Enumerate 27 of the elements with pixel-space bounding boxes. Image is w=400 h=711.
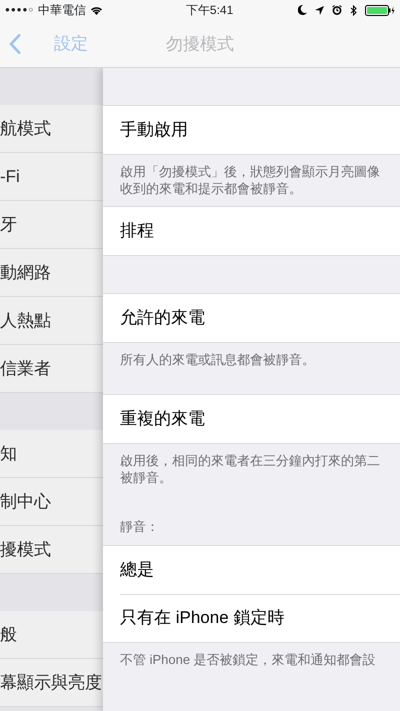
moon-icon <box>298 5 307 15</box>
settings-row[interactable]: 航模式 <box>0 105 103 153</box>
settings-row[interactable]: 制中心 <box>0 478 103 526</box>
battery-icon <box>365 4 395 16</box>
signal-strength: ●●●●○ <box>5 4 34 16</box>
settings-row[interactable]: 知 <box>0 430 103 478</box>
settings-row[interactable]: 動網路 <box>0 249 103 297</box>
settings-row[interactable]: 般 <box>0 611 103 659</box>
settings-row[interactable]: 擾模式 <box>0 526 103 574</box>
section-header: 靜音： <box>119 518 160 536</box>
settings-row[interactable]: 幕顯示與亮度 <box>0 659 103 707</box>
settings-row[interactable]: 人熱點 <box>0 297 103 345</box>
settings-row[interactable]: -Fi <box>0 153 103 201</box>
footer-note: 啟用後，相同的來電者在三分鐘內打來的第二被靜音。 <box>120 452 381 486</box>
carrier-name: 中華電信 <box>38 2 86 19</box>
footer-note: 啟用「勿擾模式」後，狀態列會顯示月亮圖像收到的來電和提示都會被靜音。 <box>120 163 381 197</box>
alarm-icon <box>332 5 342 15</box>
back-chevron-icon[interactable] <box>9 32 22 54</box>
settings-row[interactable]: 信業者 <box>0 345 103 393</box>
wifi-icon <box>90 5 104 15</box>
footer-note: 不管 iPhone 是否被鎖定，來電和通知都會設 <box>120 650 377 668</box>
bluetooth-icon <box>350 4 357 16</box>
footer-note: 所有人的來電或訊息都會被靜音。 <box>120 351 316 368</box>
location-icon <box>315 6 324 14</box>
settings-row[interactable]: 牙 <box>0 201 103 249</box>
status-time: 下午5:41 <box>186 2 234 19</box>
nav-title: 勿擾模式 <box>166 32 234 55</box>
